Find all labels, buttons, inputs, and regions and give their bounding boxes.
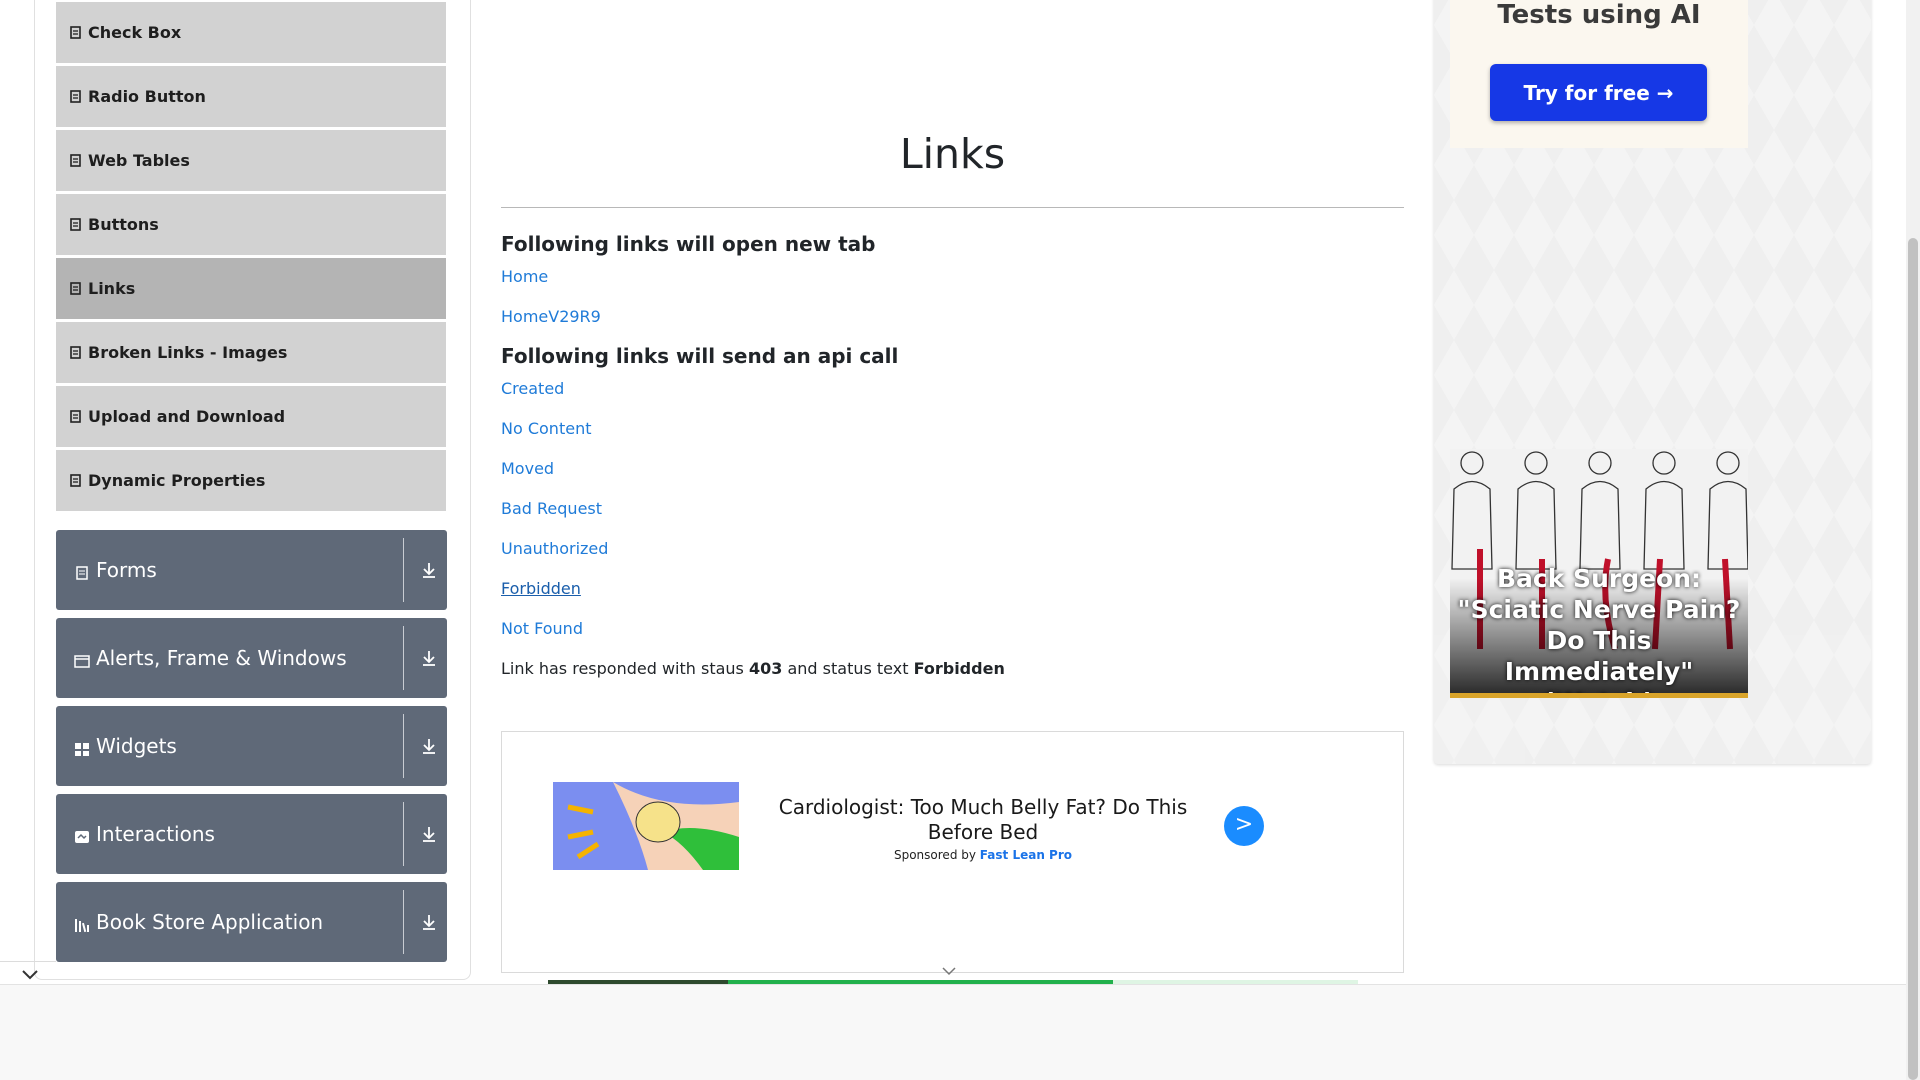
document-icon	[70, 26, 81, 39]
bottom-ad-bar	[0, 984, 1906, 1080]
group-label: Interactions	[96, 822, 215, 846]
download-icon	[420, 648, 438, 668]
sidebar-group-forms[interactable]: Forms	[56, 530, 447, 610]
chevron-down-icon[interactable]	[940, 964, 958, 976]
title-divider	[501, 207, 1404, 208]
link-bad-request[interactable]: Bad Request	[501, 499, 602, 518]
ad-sponsor-name[interactable]: Fast Lean Pro	[980, 848, 1072, 862]
link-created[interactable]: Created	[501, 379, 564, 398]
link-no-content[interactable]: No Content	[501, 419, 591, 438]
sidebar-group-alerts-frame-windows[interactable]: Alerts, Frame & Windows	[56, 618, 447, 698]
window-icon	[74, 650, 90, 668]
document-icon	[70, 474, 81, 487]
sidebar-item-label: Check Box	[88, 23, 182, 42]
group-label: Book Store Application	[96, 910, 324, 934]
form-icon	[74, 562, 90, 580]
download-icon	[420, 736, 438, 756]
sidebar-item-label: Dynamic Properties	[88, 471, 266, 490]
document-icon	[70, 90, 81, 103]
group-label: Widgets	[96, 734, 177, 758]
scrollbar-thumb[interactable]	[1908, 238, 1918, 1080]
document-icon	[70, 410, 81, 423]
top-ad-text: Tests using AI	[1497, 0, 1701, 30]
document-icon	[70, 218, 81, 231]
sidebar-item-web-tables[interactable]: Web Tables	[56, 130, 446, 192]
sidebar-item-broken-links-images[interactable]: Broken Links - Images	[56, 322, 446, 384]
status-text: Forbidden	[913, 659, 1005, 678]
download-icon	[420, 560, 438, 580]
widgets-icon	[74, 738, 90, 756]
chevron-down-icon[interactable]	[18, 966, 42, 984]
group-label: Forms	[96, 558, 157, 582]
ad-go-button[interactable]: >	[1224, 806, 1264, 846]
sidebar-item-radio-button[interactable]: Radio Button	[56, 66, 446, 128]
link-home-dynamic[interactable]: HomeV29R9	[501, 307, 601, 326]
page-title: Links	[899, 130, 1006, 178]
sidebar-item-dynamic-properties[interactable]: Dynamic Properties	[56, 450, 446, 512]
link-response-message: Link has responded with staus 403 and st…	[501, 659, 1005, 678]
download-icon	[420, 824, 438, 844]
ad-image[interactable]	[553, 782, 739, 870]
link-unauthorized[interactable]: Unauthorized	[501, 539, 608, 558]
sidebar-item-check-box[interactable]: Check Box	[56, 2, 446, 64]
sidebar-item-label: Broken Links - Images	[88, 343, 288, 362]
section-heading-api: Following links will send an api call	[501, 344, 899, 368]
sidebar-item-upload-and-download[interactable]: Upload and Download	[56, 386, 446, 448]
sidebar-item-buttons[interactable]: Buttons	[56, 194, 446, 256]
sidebar-item-label: Links	[88, 279, 136, 298]
link-not-found[interactable]: Not Found	[501, 619, 583, 638]
sidebar-group-book-store-application[interactable]: Book Store Application	[56, 882, 447, 962]
sidebar-group-interactions[interactable]: Interactions	[56, 794, 447, 874]
sidebar-item-label: Radio Button	[88, 87, 206, 106]
surgeon-ad[interactable]: Back Surgeon: "Sciatic Nerve Pain? Do Th…	[1450, 449, 1748, 698]
sidebar-group-widgets[interactable]: Widgets	[56, 706, 447, 786]
document-icon	[70, 346, 81, 359]
link-home[interactable]: Home	[501, 267, 548, 286]
ad-sponsor-line: Sponsored by Fast Lean Pro	[893, 848, 1073, 862]
surgeon-ad-headline[interactable]: Back Surgeon: "Sciatic Nerve Pain? Do Th…	[1450, 563, 1748, 698]
document-icon	[70, 154, 81, 167]
section-heading-new-tab: Following links will open new tab	[501, 232, 876, 256]
document-icon	[70, 282, 81, 295]
sidebar-item-label: Web Tables	[88, 151, 190, 170]
ad-headline[interactable]: Cardiologist: Too Much Belly Fat? Do Thi…	[753, 795, 1213, 845]
download-icon	[420, 912, 438, 932]
status-code: 403	[748, 659, 783, 678]
link-forbidden[interactable]: Forbidden	[501, 579, 581, 598]
sidebar-item-label: Upload and Download	[88, 407, 286, 426]
try-for-free-button[interactable]: Try for free →	[1490, 64, 1707, 121]
books-icon	[74, 914, 90, 933]
sidebar-item-label: Buttons	[88, 215, 159, 234]
interactions-icon	[74, 826, 90, 843]
sidebar-item-links[interactable]: Links	[56, 258, 446, 320]
sponsored-ad[interactable]: Cardiologist: Too Much Belly Fat? Do Thi…	[501, 731, 1404, 973]
group-label: Alerts, Frame & Windows	[96, 646, 347, 670]
link-moved[interactable]: Moved	[501, 459, 554, 478]
